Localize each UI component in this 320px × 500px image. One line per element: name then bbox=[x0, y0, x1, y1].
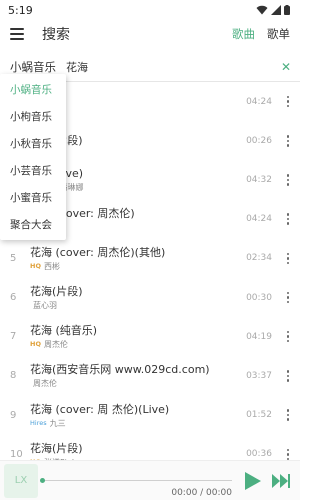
song-meta: HQ 周杰伦 bbox=[30, 339, 240, 350]
more-vert-icon[interactable] bbox=[284, 95, 292, 108]
song-index: 6 bbox=[10, 292, 17, 304]
song-index: 5 bbox=[10, 252, 17, 264]
song-duration: 00:30 bbox=[246, 292, 272, 303]
status-icons bbox=[256, 5, 290, 15]
player-bar: LX 00:00 / 00:00 bbox=[0, 460, 300, 500]
song-row[interactable]: 5 花海 (cover: 周杰伦)(其他) HQ 西彬 02:34 bbox=[0, 239, 300, 278]
signal-icon bbox=[271, 5, 281, 15]
song-info: 花海(片段)HQ张谱Pink bbox=[30, 441, 240, 460]
source-menu-item[interactable]: 小枸音乐 bbox=[0, 103, 66, 130]
song-title: 花海(片段) bbox=[30, 285, 83, 299]
song-row[interactable]: 8 花海(西安音乐网 www.029cd.com) 周杰伦 03:37 bbox=[0, 356, 300, 395]
song-info: 花海(片段) 蓝心羽 bbox=[30, 284, 240, 311]
song-meta: 周杰伦 bbox=[30, 378, 240, 389]
song-row[interactable]: 10 花海(片段)HQ张谱Pink 00:36 bbox=[0, 435, 300, 460]
page-title: 搜索 bbox=[42, 27, 70, 43]
wifi-icon bbox=[256, 5, 268, 15]
song-artist: 九三 bbox=[49, 418, 66, 428]
quality-badge: HQ bbox=[30, 340, 41, 349]
song-title: 花海 (纯音乐) bbox=[30, 324, 98, 338]
song-title: 花海(西安音乐网 www.029cd.com) bbox=[30, 363, 210, 377]
progress-thumb[interactable] bbox=[40, 477, 45, 483]
song-info: 花海 (cover: 周杰伦)(其他) HQ 西彬 bbox=[30, 245, 240, 272]
status-time: 5:19 bbox=[8, 3, 33, 17]
tab-songs[interactable]: 歌曲 bbox=[232, 26, 255, 42]
battery-icon bbox=[284, 5, 290, 15]
song-duration: 04:24 bbox=[246, 96, 272, 107]
more-vert-icon[interactable] bbox=[284, 409, 292, 421]
song-index: 7 bbox=[10, 331, 17, 343]
song-title: 花海 (cover: 周 杰伦)(Live) bbox=[30, 402, 170, 416]
song-row[interactable]: 7 花海 (纯音乐) HQ 周杰伦 04:19 bbox=[0, 317, 300, 356]
song-artist: 西彬 bbox=[43, 261, 60, 271]
source-select[interactable]: 小蜗音乐 bbox=[10, 59, 56, 75]
song-duration: 03:37 bbox=[246, 370, 272, 381]
more-vert-icon[interactable] bbox=[284, 135, 292, 147]
skip-next-icon bbox=[272, 473, 290, 488]
song-artist: 周杰伦 bbox=[33, 379, 57, 389]
clear-icon[interactable]: ✕ bbox=[280, 60, 292, 74]
time-readout: 00:00 / 00:00 bbox=[171, 487, 232, 498]
song-duration: 00:36 bbox=[246, 449, 272, 460]
play-button[interactable] bbox=[242, 470, 264, 492]
source-menu-item[interactable]: 小蜗音乐 bbox=[0, 76, 66, 103]
song-index: 8 bbox=[10, 370, 17, 382]
song-meta: HQ 西彬 bbox=[30, 261, 240, 272]
song-duration: 00:26 bbox=[246, 135, 272, 146]
app-bar: 搜索 歌曲 歌单 bbox=[0, 20, 300, 48]
play-icon bbox=[245, 471, 261, 490]
song-duration: 04:19 bbox=[246, 331, 272, 342]
next-button[interactable] bbox=[270, 470, 292, 492]
progress-track[interactable] bbox=[42, 479, 232, 481]
song-row[interactable]: 9 花海 (cover: 周 杰伦)(Live) Hires 九三 01:52 bbox=[0, 396, 300, 435]
song-duration: 04:24 bbox=[246, 214, 272, 225]
tab-playlists[interactable]: 歌单 bbox=[267, 26, 290, 42]
song-title: 花海 (cover: 周杰伦)(其他) bbox=[30, 245, 166, 259]
song-artist: 蓝心羽 bbox=[33, 301, 57, 311]
song-duration: 01:52 bbox=[246, 410, 272, 421]
song-meta: 蓝心羽 bbox=[30, 300, 240, 311]
more-vert-icon[interactable] bbox=[284, 213, 292, 225]
song-artist: 周杰伦 bbox=[43, 340, 68, 350]
song-info: 花海 (cover: 周 杰伦)(Live) Hires 九三 bbox=[30, 402, 240, 429]
source-menu: 小蜗音乐 小枸音乐 小秋音乐 小芸音乐 小蜜音乐 聚合大会 bbox=[0, 74, 66, 240]
progress-area: 00:00 / 00:00 bbox=[40, 464, 236, 498]
song-title: 花海(片段) bbox=[30, 441, 83, 455]
search-input[interactable] bbox=[66, 60, 280, 73]
song-index: 9 bbox=[10, 409, 17, 421]
quality-badge: HQ bbox=[30, 261, 41, 270]
search-type-tabs: 歌曲 歌单 bbox=[232, 26, 290, 42]
song-info: 花海 (纯音乐) HQ 周杰伦 bbox=[30, 323, 240, 350]
menu-icon[interactable] bbox=[10, 28, 24, 40]
source-menu-item[interactable]: 小芸音乐 bbox=[0, 157, 66, 184]
song-duration: 02:34 bbox=[246, 253, 272, 264]
song-info: 花海(西安音乐网 www.029cd.com) 周杰伦 bbox=[30, 362, 240, 389]
source-menu-item[interactable]: 聚合大会 bbox=[0, 211, 66, 238]
more-vert-icon[interactable] bbox=[284, 174, 292, 186]
song-duration: 04:32 bbox=[246, 174, 272, 185]
album-art[interactable]: LX bbox=[4, 463, 38, 498]
status-bar: 5:19 bbox=[0, 0, 300, 20]
more-vert-icon[interactable] bbox=[284, 252, 292, 265]
quality-badge: Hires bbox=[30, 418, 47, 427]
song-meta: Hires 九三 bbox=[30, 418, 240, 429]
more-vert-icon[interactable] bbox=[284, 330, 292, 343]
more-vert-icon[interactable] bbox=[284, 291, 292, 304]
song-index: 10 bbox=[10, 448, 23, 460]
song-row[interactable]: 6 花海(片段) 蓝心羽 00:30 bbox=[0, 278, 300, 317]
more-vert-icon[interactable] bbox=[284, 370, 292, 382]
more-vert-icon[interactable] bbox=[284, 448, 292, 460]
source-menu-item[interactable]: 小蜜音乐 bbox=[0, 184, 66, 211]
source-menu-item[interactable]: 小秋音乐 bbox=[0, 130, 66, 157]
